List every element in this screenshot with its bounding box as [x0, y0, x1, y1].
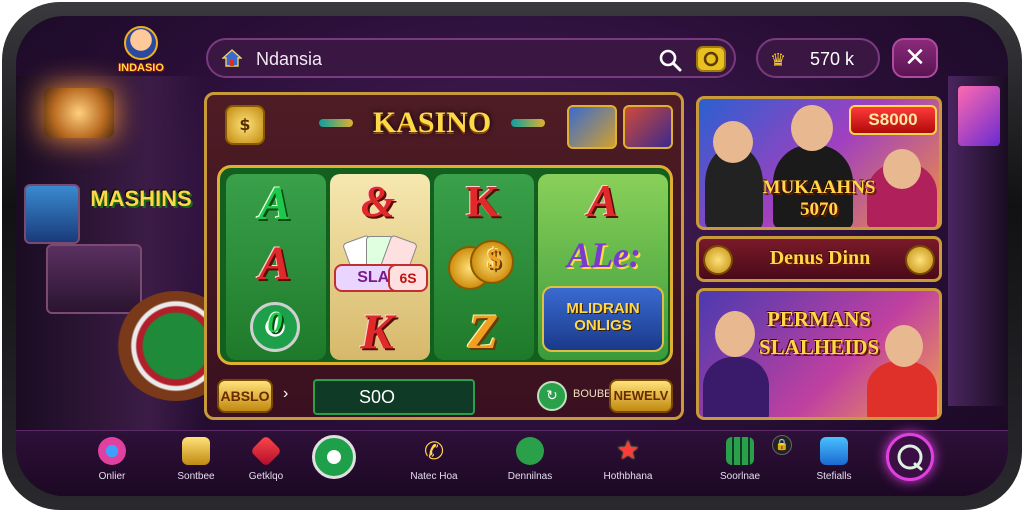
close-button[interactable]: ✕ — [892, 38, 938, 78]
left-sign-text: MASHINS — [90, 186, 192, 211]
nav-item-hothbhana[interactable]: ★ Hothbhana — [588, 437, 668, 493]
nav-item-getklqo[interactable]: Getklqo — [226, 435, 306, 493]
bottom-navigation: Onlier Sontbee Getklqo ✆ Natec Hoa Denni… — [16, 430, 1008, 496]
nav-label: Hothbhana — [603, 471, 653, 482]
promo-card-2[interactable]: Denus Dinn — [696, 236, 942, 282]
nav-label: Onlier — [98, 471, 126, 482]
game-thumbnails — [567, 105, 677, 151]
promo-person-head — [713, 121, 753, 163]
reel-4: A ALe: MLIDRAIN ONLIGS — [538, 174, 668, 360]
game-thumbnail-2[interactable] — [623, 105, 673, 149]
promo-person-icon — [703, 357, 769, 417]
reel-symbol: A — [587, 175, 619, 226]
promo-person-head — [791, 105, 833, 151]
mini-badge-2: 6S — [388, 264, 428, 292]
nav-item-onlier[interactable]: Onlier — [72, 437, 152, 493]
coin-symbol: $ — [487, 244, 501, 275]
arcade-machine-console — [46, 244, 142, 314]
search-icon[interactable] — [658, 48, 682, 72]
nav-item-soorlnae[interactable]: Soorlnae — [700, 437, 780, 493]
slot-title: KASINO — [319, 97, 545, 149]
nav-label: Getklqo — [248, 471, 284, 482]
shield-icon — [516, 437, 544, 465]
reel-2: & SLAD 6S K — [330, 174, 430, 360]
promo-title-1: MUKAAHNS 5070 — [762, 177, 876, 220]
promo-person-head — [715, 311, 755, 357]
nav-label: Sontbee — [177, 471, 215, 482]
search-bar[interactable]: Ndansia — [206, 38, 736, 78]
arrow-icon[interactable]: › — [283, 385, 288, 403]
nav-label: Natec Hoa — [410, 471, 458, 482]
refresh-icon: ↻ — [546, 388, 558, 404]
crown-icon: ♛ — [770, 50, 787, 71]
bonus-label: BOUBE — [573, 388, 612, 400]
multi-bonus-badge: MLIDRAIN ONLIGS — [542, 286, 664, 352]
folder-icon — [182, 437, 210, 465]
promo-person-icon — [867, 361, 937, 417]
star-icon: ★ — [616, 436, 640, 466]
promo-title-2: Denus Dinn — [769, 247, 871, 269]
reel-1: A A 0 — [226, 174, 326, 360]
search-label: Ndansia — [256, 49, 323, 69]
nav-item-natec-hoa[interactable]: ✆ Natec Hoa — [394, 437, 474, 493]
network-icon — [98, 437, 126, 465]
arcade-machine-screen — [24, 184, 80, 244]
gold-coin-badge-icon[interactable]: $ — [225, 105, 265, 145]
reel-symbol: Z — [467, 303, 499, 359]
slot-machine-panel: $ KASINO A A 0 & SLAD 6S K K $ Z A ALe: … — [204, 92, 684, 420]
coin-balance-value: 570 k — [810, 49, 855, 69]
logo-mascot-icon — [124, 26, 158, 60]
reel-symbol: A — [258, 177, 291, 230]
promo-price-tag: S8000 — [849, 105, 937, 135]
logo-text: INDASIO — [118, 62, 164, 74]
bet-amount-field[interactable]: S0O — [313, 379, 475, 415]
reel-symbol: A — [258, 237, 291, 290]
promo-title-3: PERMANS SLALHEIDS — [759, 307, 880, 359]
home-icon[interactable] — [222, 49, 242, 67]
promo-card-1[interactable]: S8000 MUKAAHNS 5070 — [696, 96, 942, 230]
gold-coins-icon: $ — [448, 240, 514, 294]
lock-icon: 🔒 — [772, 435, 792, 455]
slot-controls: ABSLO › S0O ↻ BOUBE NEWELV — [217, 377, 673, 415]
refresh-button[interactable]: ↻ — [537, 381, 567, 411]
bet-button[interactable]: ABSLO — [217, 379, 273, 413]
wallet-glyph-icon — [703, 51, 719, 67]
game-thumbnail-1[interactable] — [567, 105, 617, 149]
emblem-left-icon — [703, 245, 733, 275]
nav-label: Stefialls — [816, 471, 852, 482]
app-logo[interactable]: INDASIO — [106, 26, 176, 86]
reel-3: K $ Z — [434, 174, 534, 360]
reel-symbol: 0 — [267, 306, 283, 339]
slot-reels: A A 0 & SLAD 6S K K $ Z A ALe: MLIDRAIN … — [217, 165, 673, 365]
reel-symbol: & — [360, 177, 396, 226]
camera-icon — [820, 437, 848, 465]
emblem-right-icon — [905, 245, 935, 275]
reel-symbol: K — [360, 303, 394, 359]
nav-label: Soorlnae — [719, 471, 761, 482]
phone-frame: MASHINS INDASIO Ndansia ♛ 570 k ✕ $ KASI… — [2, 2, 1022, 510]
app-screen: MASHINS INDASIO Ndansia ♛ 570 k ✕ $ KASI… — [16, 16, 1008, 496]
promo-card-3[interactable]: PERMANS SLALHEIDS — [696, 288, 942, 420]
phone-icon: ✆ — [423, 437, 445, 465]
wallet-icon[interactable] — [696, 46, 726, 72]
promo-person-head — [883, 149, 921, 189]
nav-label: Dennilnas — [507, 471, 553, 482]
chat-icon — [897, 444, 923, 471]
nav-item-sontbee[interactable]: Sontbee — [156, 437, 236, 493]
new-button[interactable]: NEWELV — [609, 379, 673, 413]
reel-symbol: K — [465, 177, 501, 226]
promo-person-head — [885, 325, 923, 367]
coin-balance[interactable]: ♛ 570 k — [756, 38, 880, 78]
close-icon: ✕ — [904, 43, 926, 73]
grid-icon — [726, 437, 754, 465]
chat-button[interactable] — [886, 433, 934, 481]
spin-chip-button[interactable] — [312, 435, 356, 479]
right-machine-screen — [958, 86, 1000, 146]
gift-icon — [250, 435, 282, 467]
reel-symbol: ALe: — [567, 235, 641, 275]
ceiling-lamp — [44, 88, 114, 138]
nav-item-stefialls[interactable]: Stefialls — [794, 437, 874, 493]
nav-item-dennilnas[interactable]: Dennilnas — [490, 437, 570, 493]
